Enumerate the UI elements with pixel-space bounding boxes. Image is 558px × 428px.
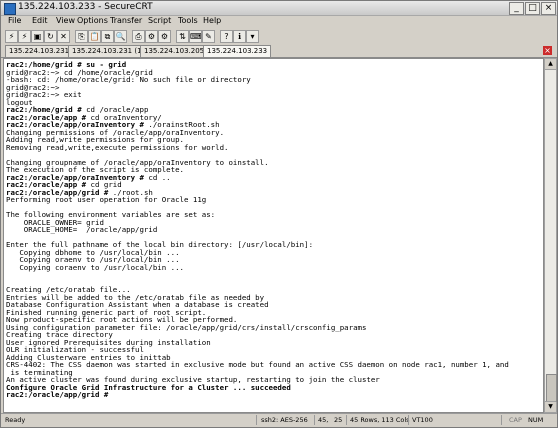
- menu-edit[interactable]: Edit: [32, 16, 48, 25]
- terminal-line: Copying coraenv to /usr/local/bin ...: [6, 262, 184, 272]
- terminal-line: CRS-4402: The CSS daemon was started in …: [6, 360, 509, 369]
- scroll-up-arrow-icon[interactable]: ▲: [545, 59, 556, 70]
- sftp-icon[interactable]: ⇅: [176, 30, 189, 43]
- help-icon[interactable]: ?: [220, 30, 233, 43]
- terminal-line: Performing root user operation for Oracl…: [6, 195, 207, 204]
- title-bar[interactable]: 135.224.103.233 - SecureCRT _ □ ×: [1, 1, 557, 16]
- tab-135-224-103-231-1[interactable]: 135.224.103.231 (1): [68, 45, 149, 57]
- status-ssh: ssh2: AES-256: [261, 416, 308, 424]
- session-tabs: 135.224.103.231 135.224.103.231 (1) 135.…: [1, 44, 557, 58]
- copy-paste-icon[interactable]: ⧉: [101, 30, 114, 43]
- tab-135-224-103-231[interactable]: 135.224.103.231: [5, 45, 74, 57]
- tab-135-224-103-233[interactable]: 135.224.103.233: [203, 45, 272, 57]
- disconnect-icon[interactable]: ✕: [57, 30, 70, 43]
- status-col: 25: [334, 416, 343, 424]
- connect-tab-icon[interactable]: ▣: [31, 30, 44, 43]
- status-ready: Ready: [5, 416, 26, 424]
- terminal-line: -bash: cd: /home/oracle/grid: No such fi…: [6, 75, 251, 84]
- shell-command: cd ..: [143, 172, 171, 182]
- menu-options[interactable]: Options: [77, 16, 108, 25]
- close-window-button[interactable]: ×: [541, 2, 556, 15]
- status-caps: CAP: [509, 416, 522, 424]
- terminal-line: grid@rac2:~>: [6, 82, 60, 92]
- paste-icon[interactable]: 📋: [88, 30, 101, 43]
- terminal-line: Removing read,write,execute permissions …: [6, 142, 229, 152]
- vertical-scrollbar[interactable]: ▲ ▼: [544, 58, 557, 413]
- minimize-button[interactable]: _: [509, 2, 524, 15]
- menu-view[interactable]: View: [56, 16, 75, 25]
- menu-bar: File Edit View Options Transfer Script T…: [1, 16, 557, 28]
- status-divider: [314, 415, 315, 425]
- quick-connect-icon[interactable]: ⚡: [18, 30, 31, 43]
- terminal-line: grid@rac2:~> exit: [6, 90, 82, 99]
- global-options-icon[interactable]: ⚙: [158, 30, 171, 43]
- reconnect-icon[interactable]: ↻: [44, 30, 57, 43]
- terminal-text: rac2:/home/grid # su - grid grid@rac2:~> …: [4, 59, 543, 399]
- menu-script[interactable]: Script: [148, 16, 171, 25]
- menu-transfer[interactable]: Transfer: [110, 16, 142, 25]
- status-divider: [408, 415, 409, 425]
- more-icon[interactable]: ▾: [246, 30, 259, 43]
- menu-tools[interactable]: Tools: [178, 16, 198, 25]
- keymap-icon[interactable]: ⌨: [189, 30, 202, 43]
- status-divider: [346, 415, 347, 425]
- copy-icon[interactable]: ⎘: [75, 30, 88, 43]
- status-term: VT100: [412, 416, 433, 424]
- find-icon[interactable]: 🔍: [114, 30, 127, 43]
- menu-help[interactable]: Help: [203, 16, 221, 25]
- shell-command: [108, 390, 112, 399]
- print-icon[interactable]: ⎙: [132, 30, 145, 43]
- tab-135-224-103-205[interactable]: 135.224.103.205: [140, 45, 209, 57]
- about-icon[interactable]: ℹ: [233, 30, 246, 43]
- status-num: NUM: [528, 416, 544, 424]
- securecrt-app-icon: [4, 3, 16, 15]
- window-title: 135.224.103.233 - SecureCRT: [18, 2, 153, 12]
- script-icon[interactable]: ✎: [202, 30, 215, 43]
- terminal-line: rac2:/oracle/app/grid #: [6, 391, 543, 399]
- status-divider: [501, 415, 502, 425]
- maximize-button[interactable]: □: [525, 2, 540, 15]
- close-tab-button[interactable]: ×: [543, 46, 552, 55]
- toolbar: ⚡ ⚡ ▣ ↻ ✕ ⎘ 📋 ⧉ 🔍 ⎙ ⚙ ⚙ ⇅ ⌨ ✎ ? ℹ ▾: [1, 29, 557, 43]
- scrollbar-thumb[interactable]: [546, 374, 557, 402]
- securecrt-window: 135.224.103.233 - SecureCRT _ □ × File E…: [0, 0, 558, 428]
- connect-icon[interactable]: ⚡: [5, 30, 18, 43]
- status-size: 45 Rows, 113 Cols: [350, 416, 410, 424]
- terminal-output[interactable]: rac2:/home/grid # su - grid grid@rac2:~> …: [3, 58, 544, 413]
- status-divider: [256, 415, 257, 425]
- menu-file[interactable]: File: [8, 16, 21, 25]
- scroll-down-arrow-icon[interactable]: ▼: [545, 401, 556, 412]
- session-options-icon[interactable]: ⚙: [145, 30, 158, 43]
- status-bar: Ready ssh2: AES-256 45, 25 45 Rows, 113 …: [1, 413, 557, 427]
- shell-prompt: rac2:/oracle/app/grid #: [6, 390, 109, 399]
- terminal-line: ORACLE_HOME= /oracle/app/grid: [6, 225, 158, 234]
- status-row: 45,: [318, 416, 329, 424]
